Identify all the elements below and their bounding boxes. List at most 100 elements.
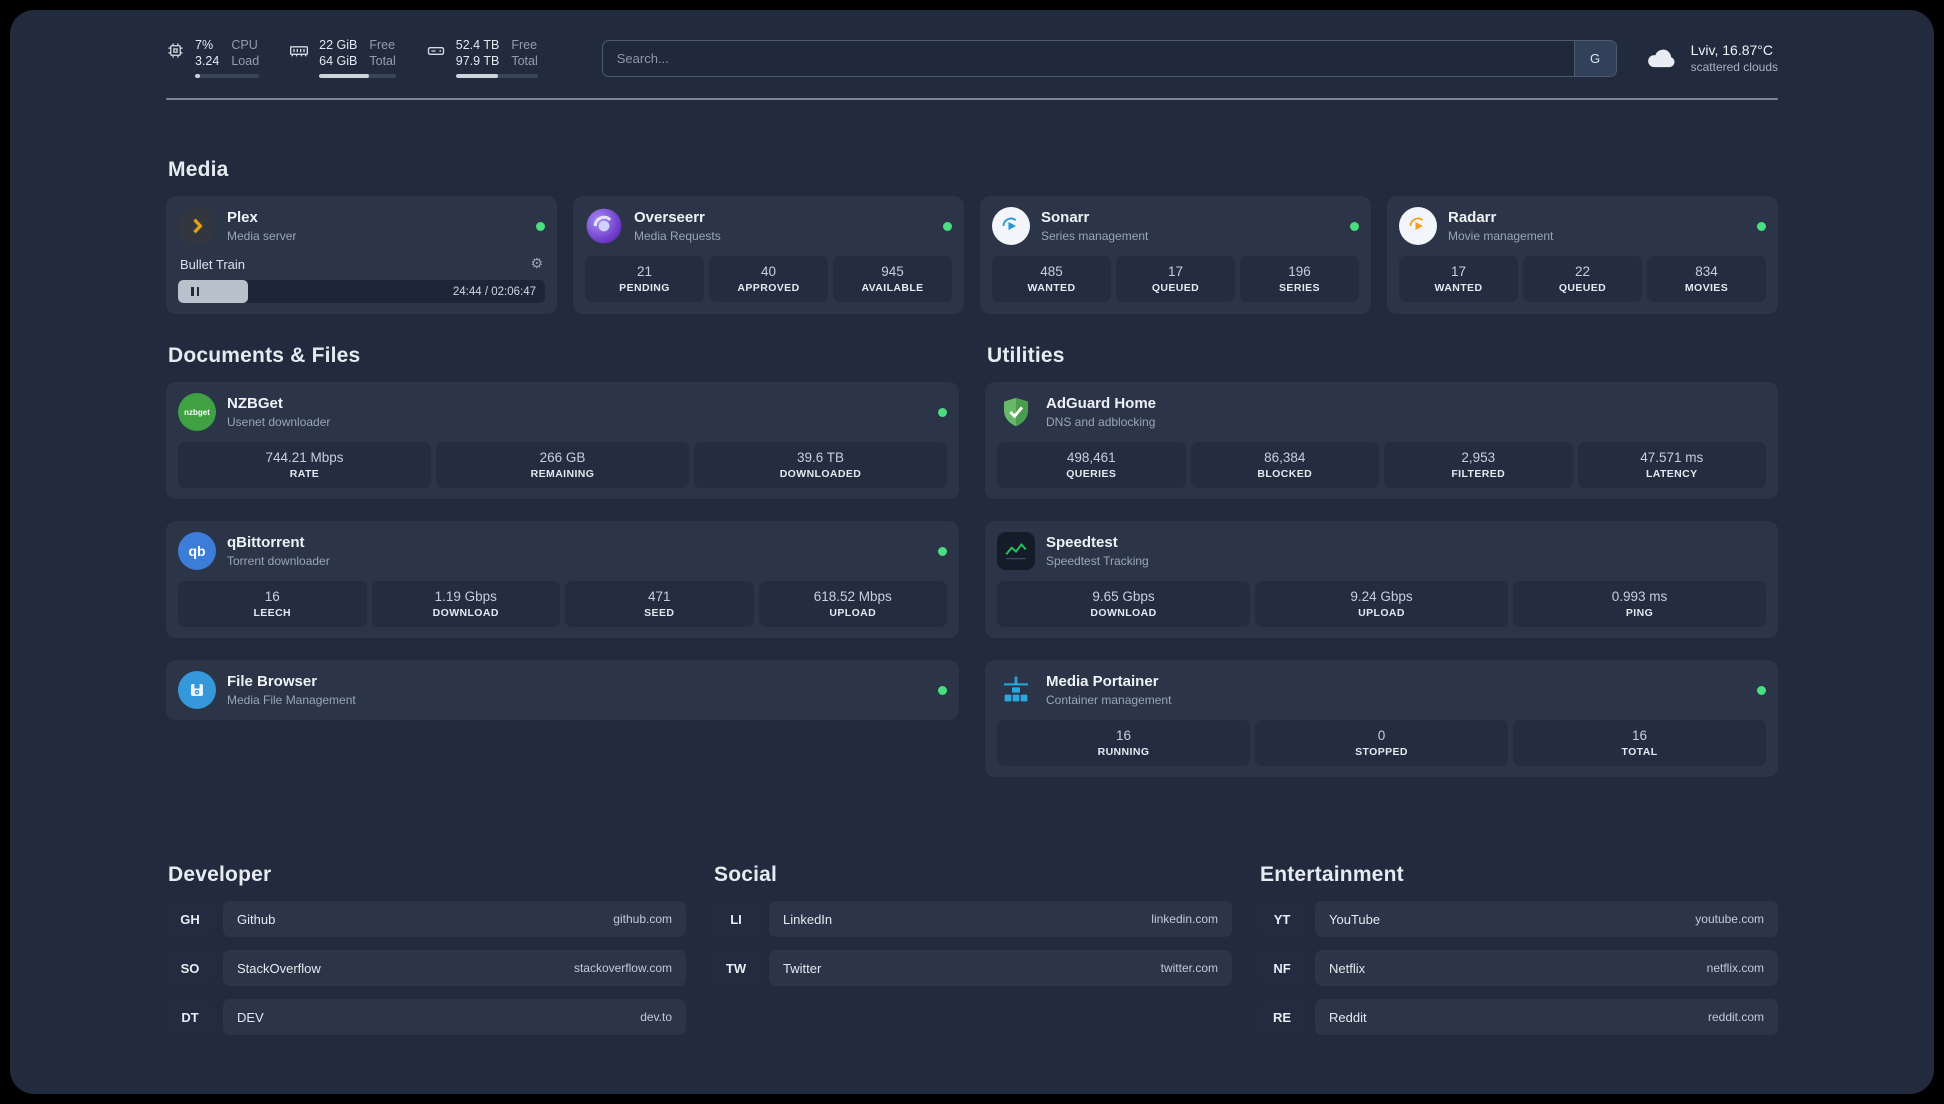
service-card-qbittorrent[interactable]: qb qBittorrent Torrent downloader 16 LEEC… [166,521,959,639]
section-title-developer: Developer [168,863,272,887]
stat-tile: 945 AVAILABLE [833,256,952,303]
service-description: Media Requests [634,229,721,244]
bookmark-abbr[interactable]: TW [712,950,760,987]
section-title-media: Media [168,158,229,182]
disk-usage-bar [455,74,538,79]
service-card-adguard[interactable]: AdGuard Home DNS and adblocking 498,461 Q… [985,382,1778,500]
status-dot [938,407,947,417]
service-card-speedtest[interactable]: Speedtest Speedtest Tracking 9.65 Gbps DO… [985,521,1778,639]
bookmark-abbr[interactable]: NF [1258,950,1306,987]
stat-tile: 22 QUEUED [1523,256,1642,303]
bookmark-abbr[interactable]: YT [1258,901,1306,938]
bookmark-github[interactable]: GH Github github.com [166,901,686,938]
service-card-portainer[interactable]: Media Portainer Container management 16 R… [985,660,1778,778]
bookmark-youtube[interactable]: YT YouTube youtube.com [1258,901,1778,938]
overseerr-icon [585,207,623,245]
top-bar: 7% 3.24 CPU Load 22 GiB 64 GiB Free Tota… [166,10,1778,79]
cpu-percent: 7% [195,38,214,52]
filebrowser-icon [178,671,216,710]
stat-tile: 39.6 TB DOWNLOADED [694,442,947,489]
playback-time: 24:44 / 02:06:47 [452,285,536,298]
section-title-utilities: Utilities [987,344,1065,368]
bookmark-group-social: Social LI LinkedIn linkedin.com TW Twitte… [712,863,1232,999]
stat-tile: 498,461 QUERIES [997,442,1186,489]
bookmark-reddit[interactable]: RE Reddit reddit.com [1258,999,1778,1036]
ram-monitor: 22 GiB 64 GiB Free Total [289,38,396,79]
status-dot [1757,221,1766,231]
cpu-monitor: 7% 3.24 CPU Load [166,38,260,79]
search-provider-button[interactable]: G [1573,40,1616,76]
bookmark-abbr[interactable]: SO [166,950,214,987]
service-description: Usenet downloader [227,415,331,430]
section-documents: Documents & Files nzbget NZBGet Usenet d… [166,344,959,742]
service-card-filebrowser[interactable]: File Browser Media File Management [166,660,959,721]
stat-tile: 1.19 Gbps DOWNLOAD [371,581,560,628]
weather-widget: Lviv, 16.87°C scattered clouds [1645,42,1778,74]
service-card-nzbget[interactable]: nzbget NZBGet Usenet downloader 744.21 M… [166,382,959,500]
disk-label-bottom: Total [511,53,538,68]
stat-tile: 618.52 Mbps UPLOAD [758,581,947,628]
ram-label-top: Free [369,38,396,52]
stat-tile: 0 STOPPED [1255,720,1508,767]
bookmark-twitter[interactable]: TW Twitter twitter.com [712,950,1232,987]
service-description: DNS and adblocking [1046,415,1156,430]
cpu-label-bottom: Load [231,53,260,68]
cpu-load: 3.24 [195,53,220,68]
radarr-icon [1399,207,1437,246]
plex-icon [178,207,216,246]
playback-progress-bar[interactable]: 24:44 / 02:06:47 [178,280,545,304]
bookmark-group-developer: Developer GH Github github.com SO StackOv… [166,863,686,1048]
bookmark-group-entertainment: Entertainment YT YouTube youtube.com NF N… [1258,863,1778,1048]
stat-tile: 17 QUEUED [1116,256,1235,303]
service-name: Plex [227,209,258,227]
stat-tile: 86,384 BLOCKED [1190,442,1379,489]
bookmark-abbr[interactable]: GH [166,901,214,938]
section-media: Media Plex Media server Bullet Train ⚙ 2… [166,158,1778,315]
adguard-icon [997,393,1035,431]
stat-tile: 17 WANTED [1399,256,1518,303]
bookmark-netflix[interactable]: NF Netflix netflix.com [1258,950,1778,987]
bookmark-stackoverflow[interactable]: SO StackOverflow stackoverflow.com [166,950,686,987]
stat-tile: 40 APPROVED [709,256,828,303]
status-dot [938,546,947,556]
stat-tile: 266 GB REMAINING [436,442,689,489]
stat-tile: 16 TOTAL [1513,720,1766,767]
service-name: Radarr [1448,209,1497,227]
status-dot [1757,685,1766,695]
service-name: qBittorrent [227,534,305,552]
disk-label-top: Free [511,38,538,52]
nzbget-icon: nzbget [178,393,216,432]
service-card-radarr[interactable]: Radarr Movie management 17 WANTED 22 QUEUE… [1387,196,1778,315]
service-card-overseerr[interactable]: Overseerr Media Requests 21 PENDING 40 APP… [573,196,964,315]
bookmark-abbr[interactable]: RE [1258,999,1306,1036]
disk-monitor: 52.4 TB 97.9 TB Free Total [426,38,538,79]
ram-total: 64 GiB [319,53,358,68]
search-input[interactable] [602,50,1574,66]
gear-icon[interactable]: ⚙ [530,256,543,272]
service-card-plex[interactable]: Plex Media server Bullet Train ⚙ 24:44 /… [166,196,557,315]
bookmark-abbr[interactable]: DT [166,999,214,1036]
stat-tile: 471 SEED [565,581,754,628]
disk-free: 52.4 TB [455,38,500,52]
service-name: Sonarr [1041,209,1090,227]
ram-label-bottom: Total [369,53,396,68]
service-name: File Browser [227,673,318,691]
pause-button[interactable] [178,287,212,297]
stat-tile: 47.571 ms LATENCY [1577,442,1766,489]
stat-tile: 21 PENDING [585,256,704,303]
portainer-icon [997,671,1035,709]
status-dot [1350,221,1359,231]
service-card-sonarr[interactable]: Sonarr Series management 485 WANTED 17 QUE… [980,196,1371,315]
sonarr-icon [992,207,1030,246]
service-name: Media Portainer [1046,673,1159,691]
bookmark-abbr[interactable]: LI [712,901,760,938]
section-title-social: Social [714,863,778,887]
stat-tile: 196 SERIES [1240,256,1359,303]
bookmark-linkedin[interactable]: LI LinkedIn linkedin.com [712,901,1232,938]
topbar-divider [166,98,1778,101]
ram-free: 22 GiB [319,38,358,52]
screen: 7% 3.24 CPU Load 22 GiB 64 GiB Free Tota… [0,0,1944,1104]
qbittorrent-icon: qb [178,532,216,571]
bookmark-dev[interactable]: DT DEV dev.to [166,999,686,1036]
service-description: Media File Management [227,693,356,708]
